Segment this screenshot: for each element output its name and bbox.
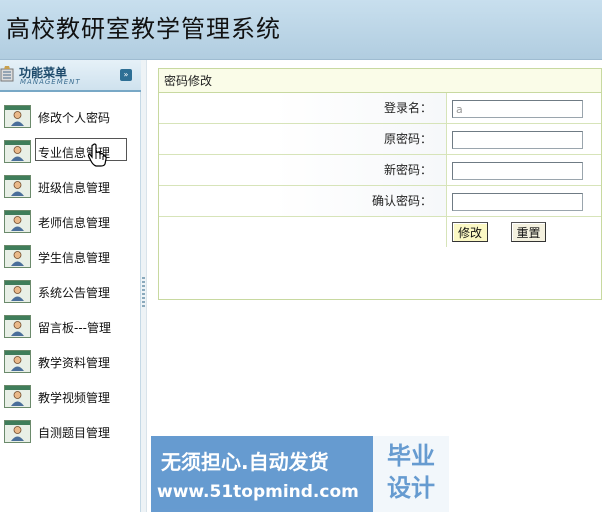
sidebar-item-teacher-info[interactable]: 老师信息管理	[0, 205, 141, 240]
sidebar-item-label: 自测题目管理	[38, 426, 111, 440]
sidebar-item-label: 教学视频管理	[38, 391, 111, 405]
user-card-icon	[4, 280, 31, 303]
sidebar-item-message-board[interactable]: 留言板---管理	[0, 310, 141, 345]
sidebar-subtitle: MANAGEMENT	[20, 78, 81, 86]
password-change-panel: 密码修改 登录名： 原密码： 新密码： 确认密码：	[158, 68, 602, 300]
sidebar-item-class-info[interactable]: 班级信息管理	[0, 170, 141, 205]
sidebar-item-label: 留言板---管理	[38, 321, 111, 335]
splitter-grip[interactable]	[142, 277, 145, 309]
sidebar-item-student-info[interactable]: 学生信息管理	[0, 240, 141, 275]
submit-button[interactable]: 修改	[452, 222, 488, 242]
user-card-icon	[4, 315, 31, 338]
field-label: 确认密码：	[159, 186, 447, 216]
sidebar-item-label: 班级信息管理	[38, 181, 111, 195]
user-card-icon	[4, 420, 31, 443]
watermark-banner: 无须担心.自动发货 www.51topmind.com 毕业 设计	[151, 436, 449, 512]
sidebar-item-label: 学生信息管理	[38, 251, 111, 265]
user-card-icon	[4, 105, 31, 128]
sidebar-item-announcements[interactable]: 系统公告管理	[0, 275, 141, 310]
form-row-confirm-password: 确认密码：	[159, 186, 601, 217]
confirm-password-field[interactable]	[452, 193, 583, 211]
form-actions: 修改 重置	[159, 217, 601, 247]
panel-title: 密码修改	[159, 69, 601, 93]
user-card-icon	[4, 245, 31, 268]
sidebar-item-major-info[interactable]: 专业信息管理	[0, 135, 141, 170]
app-title: 高校教研室教学管理系统	[6, 15, 281, 43]
field-label: 原密码：	[159, 124, 447, 154]
sidebar-header: 功能菜单 MANAGEMENT »	[0, 60, 141, 92]
sidebar-item-self-test[interactable]: 自测题目管理	[0, 415, 141, 450]
user-card-icon	[4, 210, 31, 233]
watermark-url: www.51topmind.com	[157, 482, 359, 502]
hand-pointer-icon	[87, 143, 107, 167]
sidebar-item-label: 系统公告管理	[38, 286, 111, 300]
reset-button[interactable]: 重置	[511, 222, 546, 242]
menu-icon	[0, 66, 14, 82]
form-row-new-password: 新密码：	[159, 155, 601, 186]
old-password-field[interactable]	[452, 131, 583, 149]
sidebar-item-label: 修改个人密码	[38, 111, 111, 125]
new-password-field[interactable]	[452, 162, 583, 180]
sidebar-splitter[interactable]	[141, 60, 147, 512]
sidebar-menu: 修改个人密码 专业信息管理 班级信息管理 老师信息管理 学生信息管理 系统公告管…	[0, 100, 141, 450]
field-label: 新密码：	[159, 155, 447, 185]
form-row-username: 登录名：	[159, 93, 601, 124]
sidebar-item-label: 教学资料管理	[38, 356, 111, 370]
sidebar-item-change-password[interactable]: 修改个人密码	[0, 100, 141, 135]
sidebar-item-label: 老师信息管理	[38, 216, 111, 230]
user-card-icon	[4, 385, 31, 408]
field-label: 登录名：	[159, 93, 447, 123]
app-header: 高校教研室教学管理系统	[0, 0, 602, 60]
user-card-icon	[4, 175, 31, 198]
username-field[interactable]	[452, 100, 583, 118]
user-card-icon	[4, 350, 31, 373]
sidebar-item-teaching-videos[interactable]: 教学视频管理	[0, 380, 141, 415]
watermark-slogan: 无须担心.自动发货	[161, 450, 329, 474]
watermark-side-text: 毕业 设计	[387, 442, 435, 502]
chevron-double-down-icon[interactable]: »	[120, 69, 132, 81]
sidebar-item-teaching-materials[interactable]: 教学资料管理	[0, 345, 141, 380]
sidebar: 功能菜单 MANAGEMENT » 修改个人密码 专业信息管理 班级信息管理 老…	[0, 60, 141, 512]
form-row-old-password: 原密码：	[159, 124, 601, 155]
user-card-icon	[4, 140, 31, 163]
